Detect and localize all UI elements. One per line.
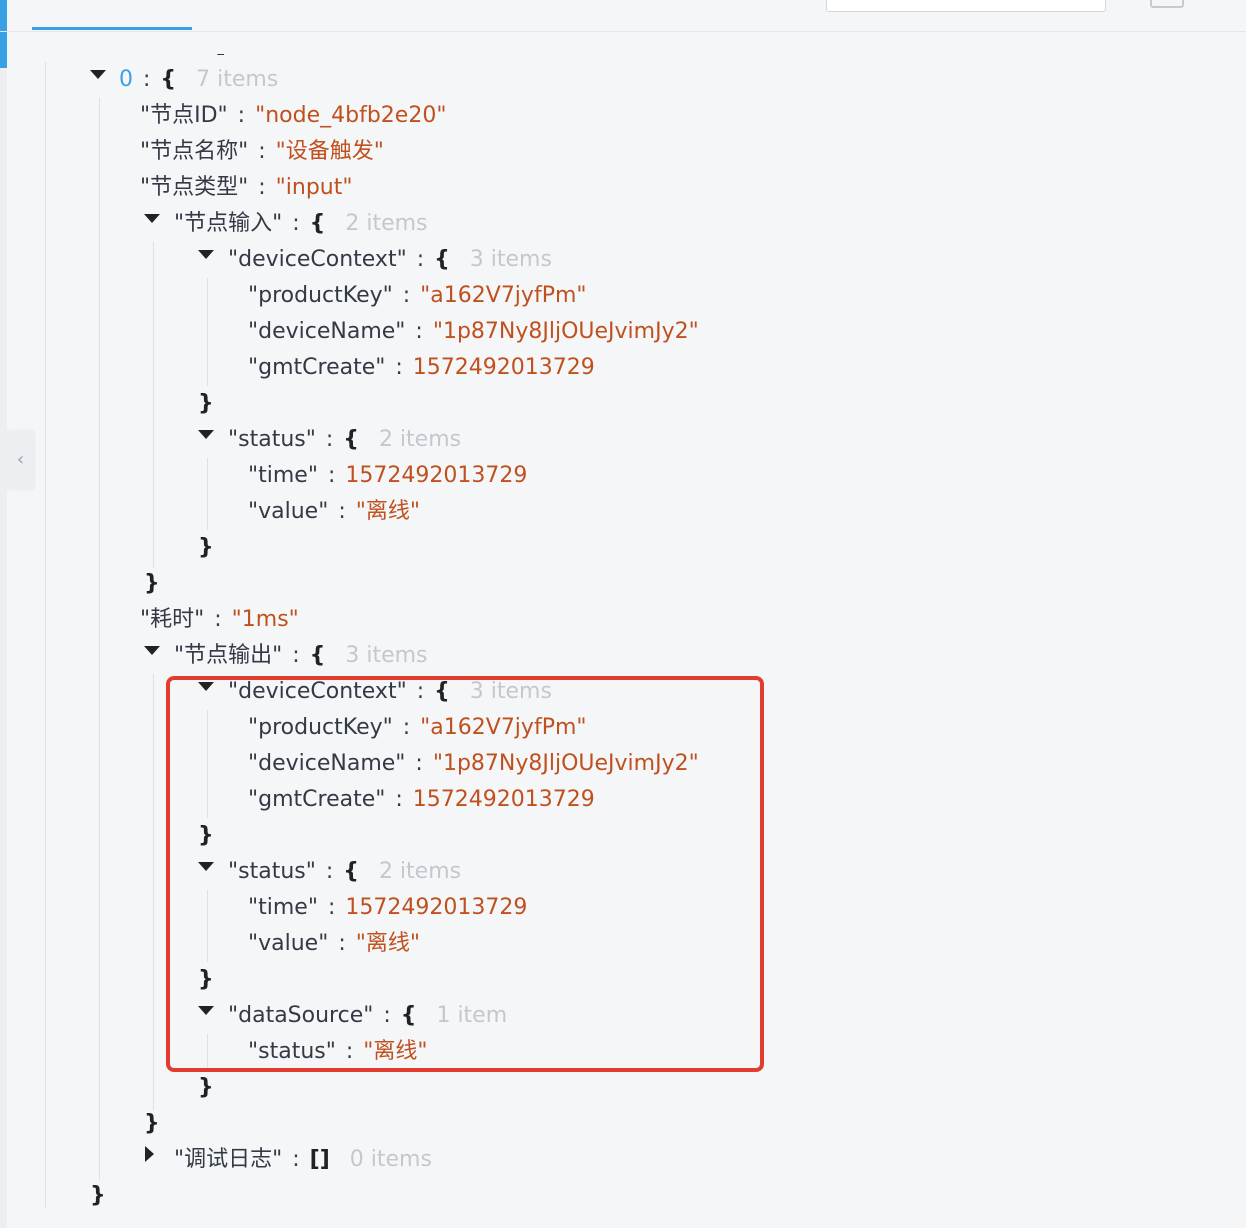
tree-brace: { xyxy=(309,211,326,236)
tree-value: "input" xyxy=(275,175,353,200)
tree-value: "node_4bfb2e20" xyxy=(255,103,447,128)
tree-row-close: } xyxy=(144,1106,160,1142)
tree-colon: : xyxy=(258,139,266,164)
tree-key: "节点输入" xyxy=(174,211,283,236)
tree-row-close: } xyxy=(144,566,160,602)
tree-row-device-name: "deviceName": "1p87Ny8JljOUeJvimJy2" xyxy=(248,314,699,350)
tree-row-time: "time":1572492013729 xyxy=(248,458,527,494)
indent-guide xyxy=(207,458,208,530)
tree-row-node-input[interactable]: "节点输入": {2 items xyxy=(174,206,428,242)
tree-key: "节点输出" xyxy=(174,643,283,668)
tree-brace: } xyxy=(198,391,214,416)
tree-colon: : xyxy=(416,247,425,272)
tree-key: "节点名称" xyxy=(140,139,249,164)
triangle-down-icon[interactable] xyxy=(198,250,214,259)
tree-count: 2 items xyxy=(378,427,462,452)
indent-guide xyxy=(153,242,154,568)
tree-row-close: } xyxy=(198,386,214,422)
tree-value: "a162V7jyfPm" xyxy=(420,283,587,308)
triangle-down-icon[interactable] xyxy=(144,646,160,655)
tree-brace: } xyxy=(144,571,160,596)
triangle-right-icon[interactable] xyxy=(145,1146,154,1162)
tree-row-close: } xyxy=(90,1178,106,1214)
tree-count: 3 items xyxy=(469,247,552,272)
tree-brace: } xyxy=(198,1075,214,1100)
tree-row-close: } xyxy=(198,530,214,566)
tree-row-debug-log[interactable]: "调试日志": [] 0 items xyxy=(174,1142,432,1178)
tree-row-node-name: "节点名称": "设备触发" xyxy=(140,134,384,170)
tree-brace: { xyxy=(160,67,177,92)
tree-colon: : xyxy=(292,643,300,668)
tree-value: 1572492013729 xyxy=(345,463,528,488)
tree-colon: : xyxy=(395,355,403,380)
indent-guide xyxy=(153,674,154,1110)
tree-key: "time" xyxy=(248,463,318,488)
triangle-down-icon[interactable] xyxy=(198,430,214,439)
tree-colon: : xyxy=(402,283,411,308)
tree-brace: { xyxy=(434,247,450,272)
tree-key: "status" xyxy=(228,427,316,452)
tree-count: 7 items xyxy=(196,67,279,92)
tree-colon: : xyxy=(338,499,346,524)
tree-key: "deviceName" xyxy=(248,319,406,344)
tree-row-status[interactable]: "status": {2 items xyxy=(228,422,461,458)
tree-value: "设备触发" xyxy=(275,139,384,164)
tree-colon: : xyxy=(415,319,423,344)
triangle-down-icon[interactable] xyxy=(90,70,106,79)
tree-colon: : xyxy=(292,1147,300,1172)
tree-value: 1572492013729 xyxy=(412,355,595,380)
tree-colon: : xyxy=(327,463,336,488)
tree-brace: { xyxy=(309,643,326,668)
tree-row-node-type: "节点类型": "input" xyxy=(140,170,353,206)
tree-brace: } xyxy=(144,1111,160,1136)
tree-row-elapsed: "耗时": "1ms" xyxy=(140,602,299,638)
tree-value: "1p87Ny8JljOUeJvimJy2" xyxy=(432,319,699,344)
tree-row-device-context[interactable]: "deviceContext": {3 items xyxy=(228,242,552,278)
tree-row-node-output[interactable]: "节点输出": {3 items xyxy=(174,638,428,674)
tree-key: "productKey" xyxy=(248,283,393,308)
tree-key: "耗时" xyxy=(140,607,205,632)
tree-row-index-0[interactable]: 0: {7 items xyxy=(119,62,278,98)
tree-count: 0 items xyxy=(349,1147,432,1172)
tree-count: 2 items xyxy=(345,211,428,236)
tree-row-node-id: "节点ID": "node_4bfb2e20" xyxy=(140,98,446,134)
tree-row-close: } xyxy=(198,1070,214,1106)
tree-colon: : xyxy=(292,211,300,236)
tree-row-value: "value": "离线" xyxy=(248,494,420,530)
scroll-clip xyxy=(60,32,760,54)
tree-bracket: [] xyxy=(309,1147,330,1172)
tree-count: 3 items xyxy=(345,643,428,668)
tree-colon: : xyxy=(325,427,334,452)
tree-colon: : xyxy=(258,175,266,200)
tree-row-gmt-create: "gmtCreate":1572492013729 xyxy=(248,350,595,386)
tree-row-product-key: "productKey": "a162V7jyfPm" xyxy=(248,278,587,314)
tree-colon: : xyxy=(237,103,246,128)
tree-key: "deviceContext" xyxy=(228,247,407,272)
tree-key: "gmtCreate" xyxy=(248,355,386,380)
indent-guide xyxy=(207,278,208,386)
tree-key: "value" xyxy=(248,499,329,524)
tree-key: "节点类型" xyxy=(140,175,249,200)
highlight-box xyxy=(166,676,764,1072)
tree-key: 0 xyxy=(119,67,133,92)
tree-colon: : xyxy=(143,67,151,92)
tree-value: "1ms" xyxy=(231,607,299,632)
tree-value: "离线" xyxy=(355,499,421,524)
tree-brace: { xyxy=(343,427,359,452)
indent-guide xyxy=(45,62,46,1208)
tree-brace: } xyxy=(198,535,214,560)
json-tree-viewer: 工作流日志:[2 items 0:{7 items "节点ID":"node_4… xyxy=(0,0,1246,1228)
indent-guide xyxy=(99,98,100,1180)
tree-brace: } xyxy=(90,1183,106,1208)
tree-colon: : xyxy=(214,607,222,632)
tree-key: "节点ID" xyxy=(140,103,228,128)
tree-key: "调试日志" xyxy=(174,1147,283,1172)
triangle-down-icon[interactable] xyxy=(144,214,160,223)
